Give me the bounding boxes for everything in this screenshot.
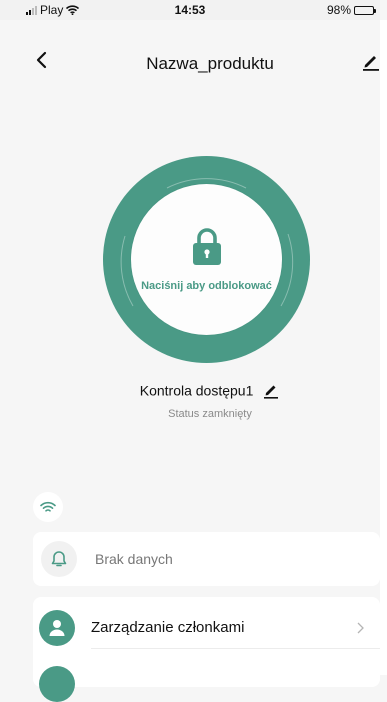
battery-icon — [354, 5, 376, 15]
edit-device-name-icon[interactable] — [262, 381, 280, 399]
lock-control: Naciśnij aby odblokować — [103, 156, 310, 363]
page-title: Nazwa_produktu — [146, 54, 274, 73]
events-empty-text: Brak danych — [95, 551, 173, 567]
edit-pencil-icon[interactable] — [360, 50, 382, 72]
unlock-button[interactable]: Naciśnij aby odblokować — [131, 184, 282, 335]
device-name: Kontrola dostępu1 — [139, 382, 254, 399]
status-time: 14:53 — [174, 3, 206, 17]
status-right: 98% — [326, 3, 376, 17]
app-screen: Play 14:53 98% Nazwa_produktu Naciśnij a… — [0, 0, 387, 702]
wifi-icon — [40, 501, 56, 512]
person-icon — [49, 620, 65, 636]
device-name-row: Kontrola dostępu1 — [0, 381, 387, 399]
padlock-icon — [193, 228, 221, 265]
battery-percent: 98% — [326, 3, 351, 17]
status-bar: Play 14:53 98% — [0, 0, 380, 20]
bell-icon — [51, 551, 67, 567]
next-menu-item-icon[interactable] — [39, 666, 75, 702]
menu-item-member-management[interactable]: Zarządzanie członkami — [33, 597, 380, 657]
events-card[interactable]: Brak danych — [33, 532, 380, 586]
wifi-connection-button[interactable] — [33, 492, 63, 522]
member-icon-container — [39, 610, 75, 646]
menu-divider — [91, 648, 380, 649]
bell-icon-container — [41, 541, 77, 577]
chevron-right-icon — [357, 622, 364, 634]
navigation-bar: Nazwa_produktu — [0, 20, 380, 100]
menu-item-label: Zarządzanie członkami — [91, 619, 245, 636]
lock-status: Status zamknięty — [168, 408, 252, 420]
screen-edge — [380, 20, 387, 675]
unlock-label: Naciśnij aby odblokować — [141, 280, 272, 292]
menu-card: Zarządzanie członkami — [33, 597, 380, 702]
